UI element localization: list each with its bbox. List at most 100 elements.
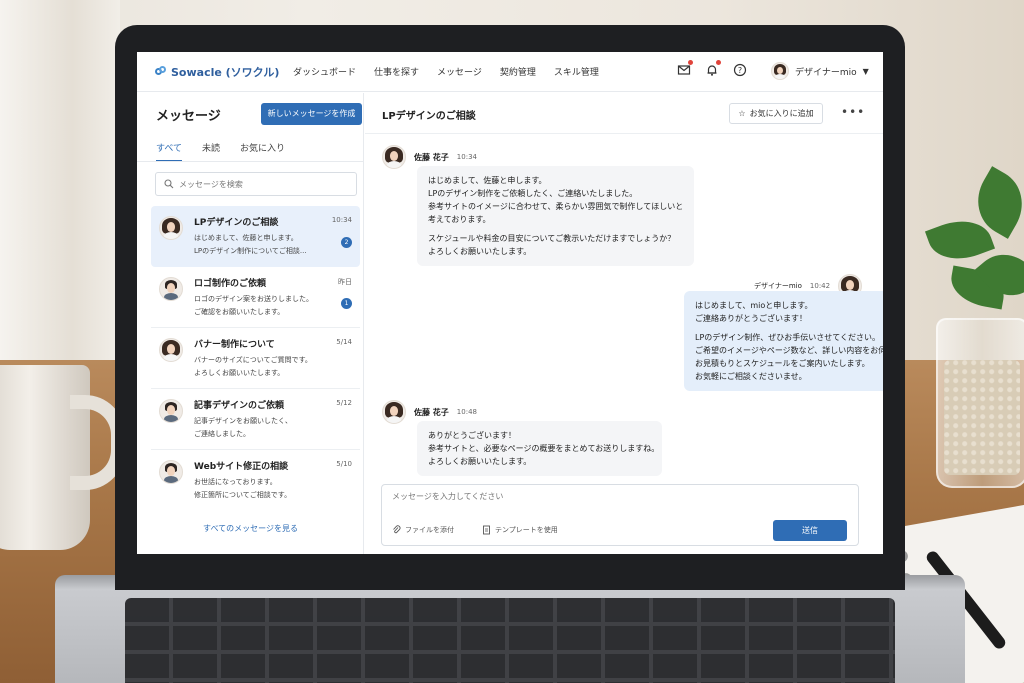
conversation-preview: よろしくお願いいたします。 [194, 369, 285, 377]
mail-icon[interactable] [677, 60, 693, 76]
laptop-keyboard [125, 598, 895, 683]
message-composer: ファイルを添付 テンプレートを使用 送信 [381, 484, 859, 546]
new-message-button[interactable]: 新しいメッセージを作成 [261, 103, 362, 125]
conversation-time: 昨日 [338, 278, 352, 286]
tab-unread[interactable]: 未読 [202, 141, 220, 162]
conversation-preview: ご連絡しました。 [194, 430, 250, 438]
plant-soil [944, 360, 1020, 475]
app-logo[interactable]: Sowacle (ソワクル) [155, 64, 279, 80]
conversation-title: LPデザインのご相談 [194, 218, 279, 228]
conversation-time: 5/10 [336, 460, 352, 468]
message-text: スケジュールや料金の目安についてご教示いただけますでしょうか？ [428, 234, 676, 243]
nav-icons: ? [677, 60, 747, 77]
conversation-time: 5/14 [336, 338, 352, 346]
search-icon [164, 179, 174, 189]
message-text: よろしくお願いいたします。 [428, 247, 532, 256]
nav-link-contracts[interactable]: 契約管理 [500, 65, 536, 78]
nav-link-find-work[interactable]: 仕事を探す [374, 65, 419, 78]
tabs-divider [137, 161, 364, 162]
conversation-preview: バナーのサイズについてご質問です。 [194, 356, 312, 364]
search-input[interactable] [179, 179, 349, 189]
sender-name: 佐藤 花子 [414, 407, 449, 417]
logo-text: Sowacle (ソワクル) [171, 66, 280, 79]
user-avatar [771, 62, 789, 80]
unread-badge: 1 [341, 298, 352, 309]
message-text: LPのデザイン制作、ぜひお手伝いさせてください。 [695, 333, 881, 342]
star-icon: ☆ [738, 109, 746, 118]
conversation-item[interactable]: バナー制作について 5/14 バナーのサイズについてご質問です。 よろしくお願い… [151, 328, 360, 389]
user-menu[interactable]: デザイナーmio ▼ [771, 62, 869, 80]
message-bubble: ありがとうございます！ 参考サイトと、必要なページの概要をまとめてお送りしますね… [417, 421, 662, 476]
nav-link-dashboard[interactable]: ダッシュボード [293, 65, 356, 78]
conversation-item[interactable]: Webサイト修正の相談 5/10 お世話になっております。 修正箇所についてご相… [151, 450, 360, 511]
help-icon[interactable]: ? [733, 62, 747, 77]
window-curtain [0, 0, 120, 360]
chat-title: LPデザインのご相談 [382, 111, 476, 122]
conversation-list: LPデザインのご相談 10:34 はじめまして、佐藤と申します。 LPのデザイン… [151, 206, 360, 511]
add-favorite-label: お気に入りに追加 [749, 109, 814, 118]
conversation-preview: ロゴのデザイン案をお送りしました。 [194, 295, 313, 303]
message-text: はじめまして、佐藤と申します。 [428, 176, 547, 185]
document-icon [483, 525, 490, 535]
message-text: ご希望のイメージやページ数など、詳しい内容をお伺いできれば [695, 346, 883, 355]
more-options-icon[interactable]: ••• [841, 105, 865, 119]
app-screen: Sowacle (ソワクル) ダッシュボード 仕事を探す メッセージ 契約管理 … [137, 52, 883, 554]
message-input[interactable] [392, 492, 792, 501]
conversation-panel: メッセージ 新しいメッセージを作成 すべて 未読 お気に入り LPデザインのご相… [137, 93, 364, 554]
see-all-messages-link[interactable]: すべてのメッセージを見る [137, 523, 364, 534]
paperclip-icon [393, 525, 401, 534]
conversation-title: Webサイト修正の相談 [194, 462, 289, 472]
conversation-title: バナー制作について [194, 340, 275, 350]
bell-icon[interactable] [705, 60, 721, 76]
conversation-preview: ご確認をお願いいたします。 [194, 308, 285, 316]
logo-icon [155, 66, 167, 78]
nav-links: ダッシュボード 仕事を探す メッセージ 契約管理 スキル管理 [293, 65, 599, 78]
conversation-time: 10:34 [331, 216, 352, 224]
conversation-preview: LPのデザイン制作についてご相談... [194, 247, 307, 255]
add-favorite-button[interactable]: ☆ お気に入りに追加 [729, 103, 823, 124]
chat-panel: LPデザインのご相談 ☆ お気に入りに追加 ••• 佐藤 花子 10:34 はじ… [365, 93, 883, 554]
message-text: ご連絡ありがとうございます！ [695, 314, 807, 323]
attach-file-button[interactable]: ファイルを添付 [392, 525, 454, 535]
message-text: お見積もりとスケジュールをご案内いたします。 [695, 359, 870, 368]
chevron-down-icon: ▼ [862, 66, 869, 76]
conversation-preview: はじめまして、佐藤と申します。 [194, 234, 298, 242]
message-text: 考えております。 [428, 215, 491, 224]
send-button[interactable]: 送信 [773, 520, 847, 541]
avatar [159, 277, 183, 301]
conversation-preview: 修正箇所についてご相談です。 [194, 491, 292, 499]
message-bubble: はじめまして、佐藤と申します。 LPのデザイン制作をご依頼したく、ご連絡いたしま… [417, 166, 694, 266]
conversation-preview: お世話になっております。 [194, 478, 277, 486]
avatar [159, 399, 183, 423]
sender-name: デザイナーmio [754, 282, 802, 290]
message-text: はじめまして、mioと申します。 [695, 301, 813, 310]
nav-link-skills[interactable]: スキル管理 [554, 65, 599, 78]
message-time: 10:34 [456, 153, 477, 161]
notification-dot [716, 60, 721, 65]
use-template-button[interactable]: テンプレートを使用 [482, 525, 558, 535]
use-template-label: テンプレートを使用 [495, 526, 558, 534]
conversation-item[interactable]: ロゴ制作のご依頼 昨日 ロゴのデザイン案をお送りしました。 ご確認をお願いいたし… [151, 267, 360, 328]
avatar [382, 400, 406, 424]
conversation-item[interactable]: 記事デザインのご依頼 5/12 記事デザインをお願いしたく、 ご連絡しました。 [151, 389, 360, 450]
chat-header-divider [365, 133, 883, 134]
message-time: 10:42 [809, 282, 831, 290]
sender-name: 佐藤 花子 [414, 152, 449, 162]
svg-text:?: ? [738, 66, 742, 75]
top-navigation: Sowacle (ソワクル) ダッシュボード 仕事を探す メッセージ 契約管理 … [137, 52, 883, 92]
conversation-preview: 記事デザインをお願いしたく、 [194, 417, 292, 425]
conversation-title: ロゴ制作のご依頼 [194, 279, 267, 289]
tab-all[interactable]: すべて [156, 141, 183, 162]
tab-favorites[interactable]: お気に入り [240, 141, 285, 162]
avatar [159, 338, 183, 362]
conversation-item[interactable]: LPデザインのご相談 10:34 はじめまして、佐藤と申します。 LPのデザイン… [151, 206, 360, 267]
message-text: ありがとうございます！ [428, 431, 516, 440]
conversation-title: 記事デザインのご依頼 [194, 401, 285, 411]
avatar [159, 460, 183, 484]
message-bubble-mine: はじめまして、mioと申します。 ご連絡ありがとうございます！ LPのデザイン制… [684, 291, 883, 391]
unread-badge: 2 [341, 237, 352, 248]
message-time: 10:48 [456, 408, 477, 416]
avatar [382, 145, 406, 169]
nav-link-messages[interactable]: メッセージ [437, 65, 482, 78]
search-box [155, 172, 357, 196]
